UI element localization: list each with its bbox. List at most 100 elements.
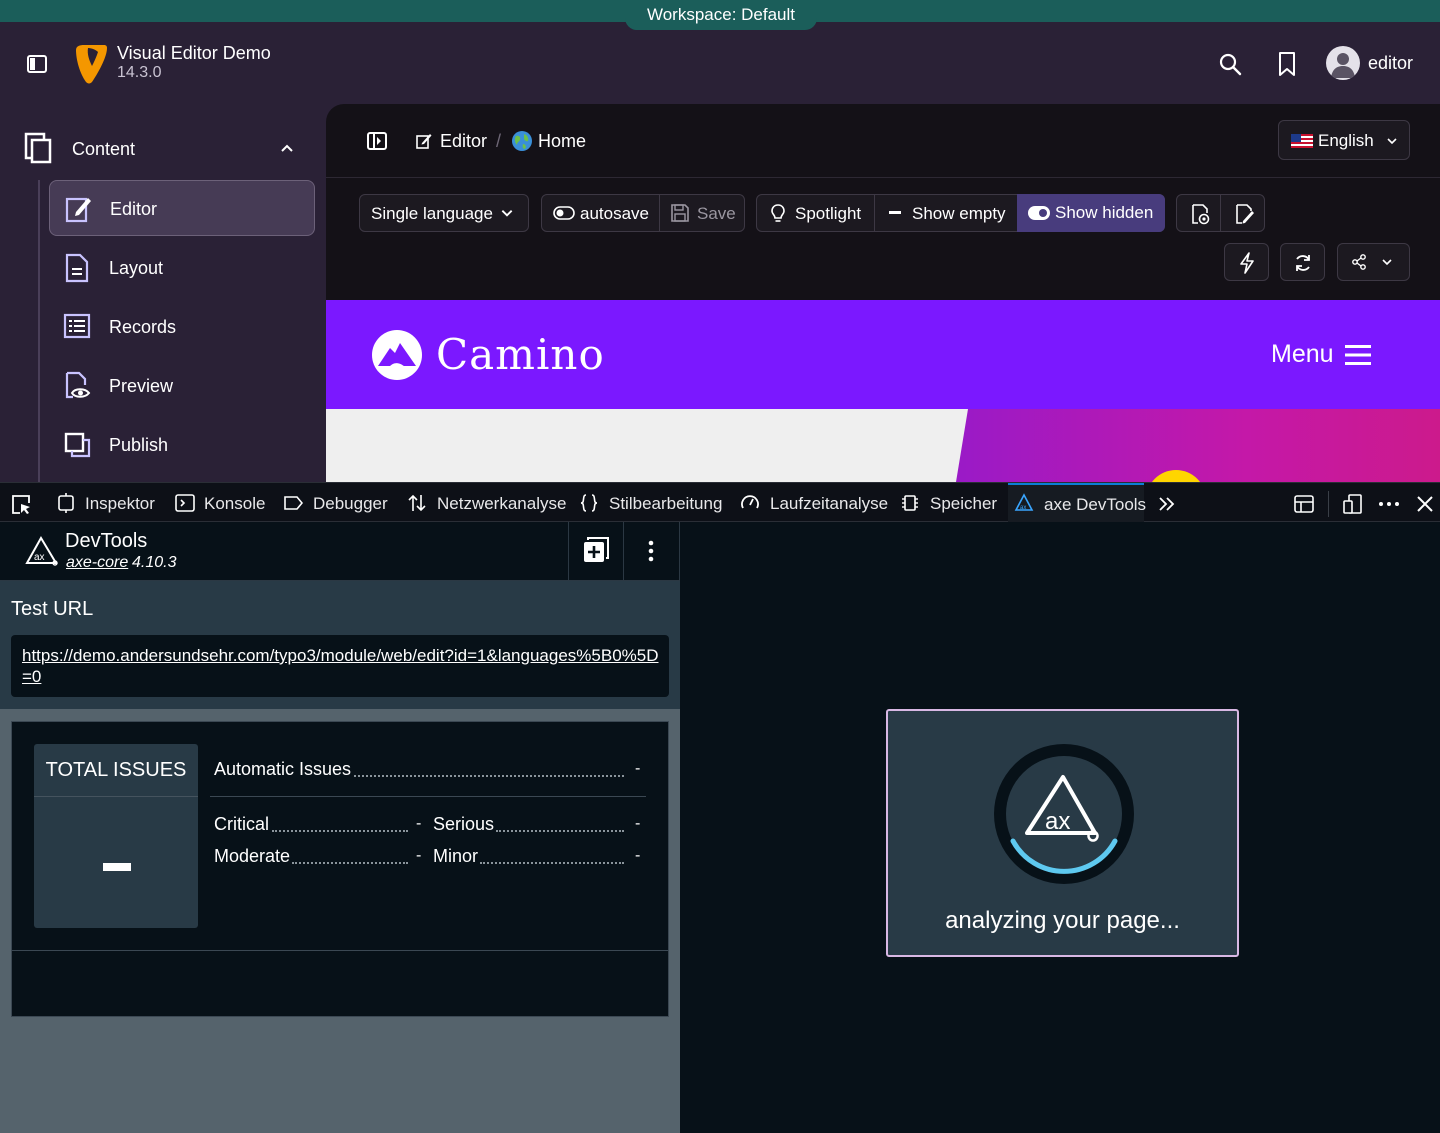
spotlight-toggle[interactable]: Spotlight — [795, 204, 861, 224]
layout-page-icon — [65, 253, 89, 283]
publish-icon — [64, 432, 91, 458]
axe-header: ax DevTools axe-core 4.10.3 — [0, 522, 680, 581]
debugger-icon — [284, 496, 303, 510]
axe-loading-spinner-icon: ax — [994, 744, 1134, 884]
page-tree-toggle-icon[interactable] — [366, 131, 388, 151]
page-edit-icon[interactable] — [1233, 203, 1255, 225]
analyzing-dialog: ax analyzing your page... — [886, 709, 1239, 957]
axe-logo-icon: ax — [1014, 493, 1034, 511]
chevron-up-icon[interactable] — [279, 140, 295, 156]
divider — [12, 950, 668, 951]
divider — [210, 796, 646, 797]
serious-label: Serious — [433, 814, 495, 834]
divider — [1220, 195, 1221, 231]
dock-layout-icon[interactable] — [1293, 493, 1315, 515]
site-menu-button[interactable]: Menu — [1271, 340, 1334, 369]
lightbulb-icon — [771, 204, 785, 222]
refresh-button[interactable] — [1280, 243, 1325, 281]
show-empty-toggle[interactable]: Show empty — [912, 204, 1006, 224]
axe-core-version: 4.10.3 — [132, 554, 177, 571]
divider — [874, 195, 875, 231]
analyzing-text: analyzing your page... — [945, 907, 1180, 934]
show-hidden-toggle[interactable]: Show hidden — [1017, 194, 1165, 232]
close-icon[interactable] — [1414, 493, 1436, 515]
search-icon[interactable] — [1218, 52, 1242, 76]
camino-logo-icon[interactable] — [370, 328, 424, 382]
critical-value: - — [416, 815, 422, 832]
sidebar-item-editor[interactable]: Editor — [49, 180, 315, 236]
tab-debugger[interactable]: Debugger — [283, 483, 389, 523]
issues-summary-card: TOTAL ISSUES Automatic Issues - Critical… — [11, 721, 669, 1017]
breadcrumb-page[interactable]: Home — [538, 131, 586, 152]
test-url-link[interactable]: https://demo.andersundsehr.com/typo3/mod… — [22, 645, 662, 687]
sidebar-item-label: Records — [109, 317, 177, 337]
user-name[interactable]: editor — [1368, 53, 1413, 74]
console-icon — [175, 494, 195, 512]
dot-leader — [480, 862, 624, 864]
topbar: Visual Editor Demo 14.3.0 editor — [0, 30, 1440, 104]
sidebar-rail — [38, 180, 40, 482]
page-preview-icon[interactable] — [1189, 203, 1211, 225]
dot-leader — [292, 862, 408, 864]
tab-network[interactable]: Netzwerkanalyse — [407, 483, 566, 523]
sidebar-section-content[interactable]: Content — [72, 139, 135, 160]
total-issues-box: TOTAL ISSUES — [34, 744, 198, 928]
tab-label: axe DevTools — [1044, 495, 1147, 514]
tab-style-editor[interactable]: Stilbearbeitung — [579, 483, 722, 523]
sidebar-toggle-icon[interactable] — [26, 53, 48, 75]
responsive-view-icon[interactable] — [1342, 493, 1364, 515]
tab-axe-devtools[interactable]: ax axe DevTools — [1008, 483, 1147, 523]
chevron-down-icon — [1382, 259, 1392, 266]
edit-icon — [416, 134, 432, 149]
test-url-box: https://demo.andersundsehr.com/typo3/mod… — [11, 635, 669, 697]
test-url-label: Test URL — [11, 598, 94, 620]
avatar[interactable] — [1326, 46, 1360, 80]
kebab-menu-icon[interactable] — [646, 540, 656, 562]
toggle-on-icon — [1028, 206, 1050, 220]
new-scan-icon[interactable] — [582, 536, 610, 564]
bookmark-icon[interactable] — [1277, 51, 1297, 77]
tab-performance[interactable]: Laufzeitanalyse — [740, 483, 888, 523]
quick-actions-button[interactable] — [1224, 243, 1269, 281]
tab-storage[interactable]: Speicher — [900, 483, 997, 523]
module-sidebar: Content Editor Layout Records Preview Pu… — [0, 104, 326, 482]
share-menu-button[interactable] — [1337, 243, 1410, 281]
tab-label: Inspektor — [85, 494, 155, 513]
tab-console[interactable]: Konsole — [175, 483, 267, 523]
tab-label: Debugger — [313, 494, 388, 513]
divider — [659, 195, 660, 231]
element-picker-icon[interactable] — [10, 493, 32, 515]
save-button[interactable]: Save — [697, 204, 736, 224]
share-icon — [1352, 254, 1366, 270]
tab-inspector[interactable]: Inspektor — [56, 483, 158, 523]
app-title: Visual Editor Demo — [117, 43, 271, 63]
sidebar-item-records[interactable]: Records — [49, 299, 315, 355]
autosave-toggle[interactable]: autosave — [580, 204, 649, 224]
automatic-issues-value: - — [635, 760, 641, 777]
inspector-icon — [58, 493, 74, 513]
axe-core-link[interactable]: axe-core — [66, 554, 128, 572]
more-options-icon[interactable] — [1378, 493, 1400, 515]
chevron-down-icon — [501, 210, 513, 217]
refresh-icon — [1296, 255, 1310, 271]
braces-icon — [580, 494, 598, 512]
memory-chip-icon — [902, 495, 918, 511]
language-select[interactable]: English — [1278, 120, 1410, 160]
divider — [1328, 491, 1329, 517]
hamburger-menu-icon[interactable] — [1345, 344, 1371, 366]
site-name[interactable]: Camino — [436, 330, 605, 379]
minus-icon — [889, 211, 901, 214]
breadcrumb-module[interactable]: Editor — [440, 131, 487, 152]
chevron-double-right-icon[interactable] — [1156, 493, 1178, 515]
workspace-badge[interactable]: Workspace: Default — [625, 0, 817, 30]
toggle-off-icon[interactable] — [553, 206, 575, 220]
sidebar-item-preview[interactable]: Preview — [49, 358, 315, 414]
language-mode-label: Single language — [371, 204, 493, 223]
records-list-icon — [63, 313, 91, 339]
sidebar-item-label: Editor — [110, 199, 158, 219]
language-mode-select[interactable]: Single language — [359, 194, 529, 232]
typo3-logo-icon[interactable] — [74, 44, 108, 84]
sidebar-item-publish[interactable]: Publish — [49, 417, 315, 473]
tab-label: Netzwerkanalyse — [437, 494, 567, 513]
sidebar-item-layout[interactable]: Layout — [49, 240, 315, 296]
